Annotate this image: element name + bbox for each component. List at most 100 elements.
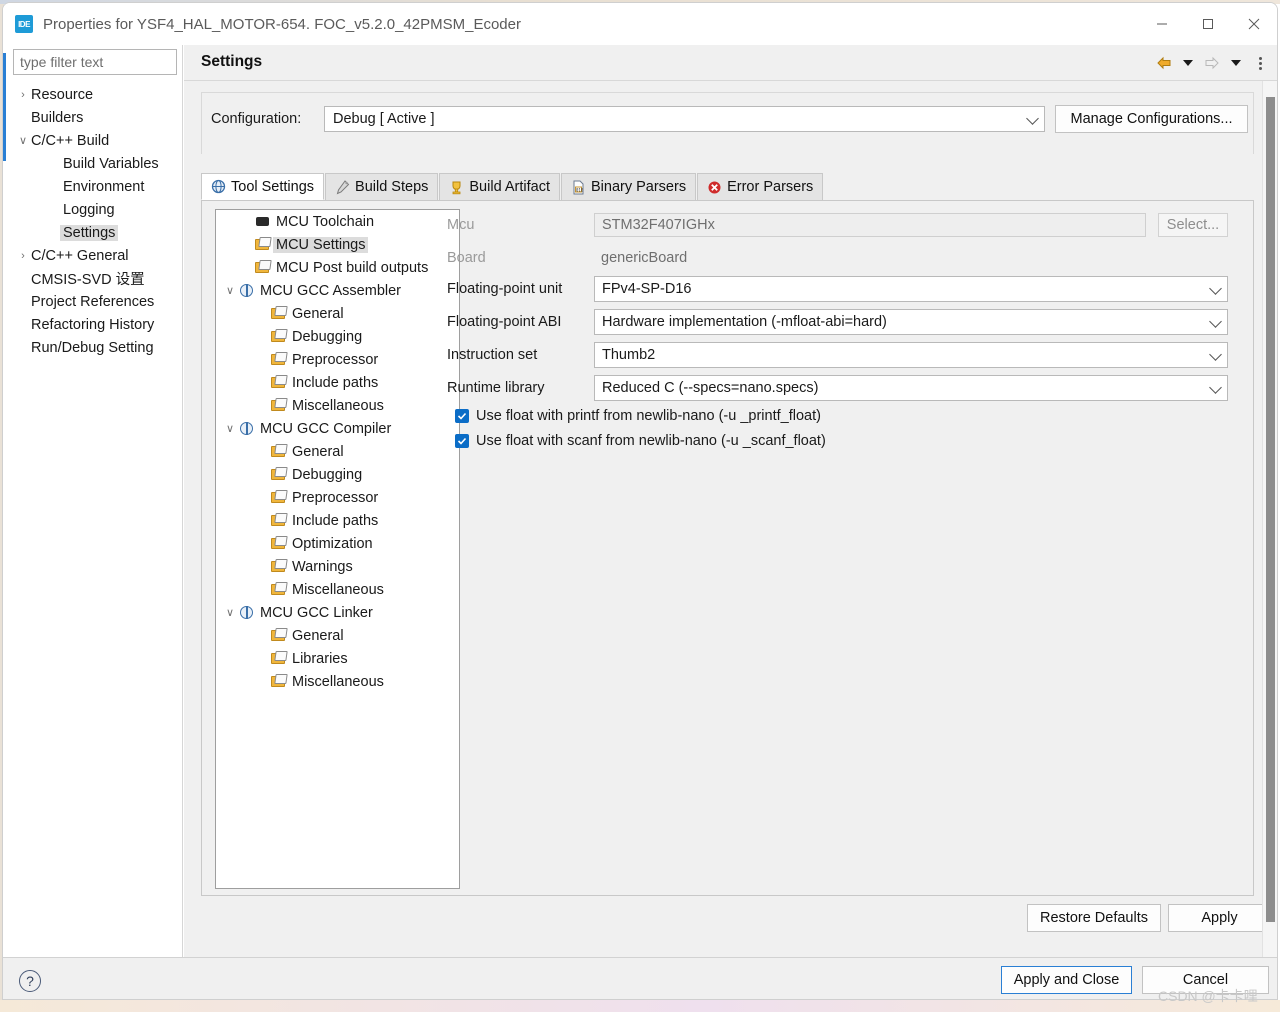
sidebar-item[interactable]: Run/Debug Setting bbox=[7, 336, 183, 359]
sidebar-item-label: Builders bbox=[31, 109, 84, 126]
minimize-icon[interactable] bbox=[1139, 3, 1185, 45]
tool-tree-item-label: General bbox=[292, 443, 344, 460]
tool-tree-item-label: Warnings bbox=[292, 558, 353, 575]
fpabi-select[interactable]: Hardware implementation (-mfloat-abi=har… bbox=[594, 309, 1228, 335]
sidebar-item[interactable]: Builders bbox=[7, 106, 183, 129]
sidebar-item-label: Environment bbox=[63, 178, 145, 195]
tool-tree-item[interactable]: MCU Settings bbox=[216, 233, 459, 256]
properties-dialog: IDE Properties for YSF4_HAL_MOTOR-654. F… bbox=[2, 2, 1278, 1000]
tool-tree-item-label: Miscellaneous bbox=[292, 581, 384, 598]
maximize-icon[interactable] bbox=[1185, 3, 1231, 45]
tab-error-parsers[interactable]: Error Parsers bbox=[697, 173, 824, 200]
tool-tree-item[interactable]: ∨ MCU GCC Compiler bbox=[216, 417, 459, 440]
tab-binary-parsers[interactable]: 010 Binary Parsers bbox=[560, 173, 697, 200]
tool-settings-panel: MCU Toolchain MCU Settings MCU Post build … bbox=[201, 201, 1254, 896]
tool-tree-item[interactable]: Miscellaneous bbox=[216, 670, 459, 693]
tool-tree-item[interactable]: Miscellaneous bbox=[216, 578, 459, 601]
configuration-label: Configuration: bbox=[211, 111, 302, 127]
tool-tree-item[interactable]: Miscellaneous bbox=[216, 394, 459, 417]
sidebar-item[interactable]: Environment bbox=[7, 175, 183, 198]
window-title: Properties for YSF4_HAL_MOTOR-654. FOC_v… bbox=[43, 15, 521, 33]
forward-dropdown-icon[interactable] bbox=[1225, 52, 1247, 74]
tool-tree-item[interactable]: Include paths bbox=[216, 371, 459, 394]
content-vscrollbar-thumb[interactable] bbox=[1266, 97, 1275, 922]
tab-build-steps[interactable]: Build Steps bbox=[325, 173, 439, 200]
back-dropdown-icon[interactable] bbox=[1177, 52, 1199, 74]
tool-tree-item[interactable]: General bbox=[216, 302, 459, 325]
tool-tree-item-label: MCU Toolchain bbox=[276, 213, 375, 230]
tab-build-artifact[interactable]: Build Artifact bbox=[439, 173, 560, 200]
sidebar-item[interactable]: Logging bbox=[7, 198, 183, 221]
sidebar-item-label: Settings bbox=[60, 224, 119, 241]
chevron-right-icon[interactable]: › bbox=[15, 89, 31, 101]
apply-button[interactable]: Apply bbox=[1168, 904, 1271, 932]
printf-float-checkbox-row[interactable]: Use float with printf from newlib-nano (… bbox=[455, 408, 821, 424]
sidebar-item[interactable]: Settings bbox=[7, 221, 183, 244]
chevron-down-icon[interactable]: ∨ bbox=[222, 422, 238, 435]
filter-input[interactable]: type filter text bbox=[13, 49, 177, 75]
window-controls bbox=[1139, 3, 1277, 45]
tab-label: Error Parsers bbox=[727, 179, 814, 195]
vertical-dots-icon[interactable] bbox=[1249, 52, 1271, 74]
screen: IDE Properties for YSF4_HAL_MOTOR-654. F… bbox=[0, 0, 1280, 1012]
chevron-down-icon[interactable]: ∨ bbox=[222, 606, 238, 619]
error-icon bbox=[707, 180, 722, 195]
tool-tree-item[interactable]: Debugging bbox=[216, 325, 459, 348]
checkbox-icon[interactable] bbox=[455, 434, 469, 448]
close-icon[interactable] bbox=[1231, 3, 1277, 45]
help-icon[interactable]: ? bbox=[19, 970, 41, 992]
tool-tree-item[interactable]: Preprocessor bbox=[216, 348, 459, 371]
tool-tree-item[interactable]: MCU Post build outputs bbox=[216, 256, 459, 279]
tab-tool-settings[interactable]: Tool Settings bbox=[201, 173, 325, 200]
back-arrow-icon[interactable] bbox=[1153, 52, 1175, 74]
forward-arrow-icon[interactable] bbox=[1201, 52, 1223, 74]
sidebar-item[interactable]: ∨ C/C++ Build bbox=[7, 129, 183, 152]
manage-configurations-button[interactable]: Manage Configurations... bbox=[1055, 105, 1248, 133]
tool-tree-item[interactable]: ∨ MCU GCC Linker bbox=[216, 601, 459, 624]
watermark: CSDN @卡卡哩 bbox=[1158, 988, 1258, 1004]
title-bar[interactable]: IDE Properties for YSF4_HAL_MOTOR-654. F… bbox=[3, 3, 1277, 45]
sidebar-item-label: Run/Debug Setting bbox=[31, 339, 154, 356]
restore-defaults-button[interactable]: Restore Defaults bbox=[1027, 904, 1161, 932]
runtime-library-label: Runtime library bbox=[447, 380, 545, 396]
sidebar-item[interactable]: Refactoring History bbox=[7, 313, 183, 336]
tool-tree-item[interactable]: Preprocessor bbox=[216, 486, 459, 509]
tool-tree-item[interactable]: General bbox=[216, 440, 459, 463]
chevron-down-icon[interactable]: ∨ bbox=[222, 284, 238, 297]
tab-label: Tool Settings bbox=[231, 178, 315, 195]
tool-tree-item-label: Preprocessor bbox=[292, 489, 379, 506]
chip-icon bbox=[254, 214, 271, 229]
sidebar-item[interactable]: Project References bbox=[7, 290, 183, 313]
tool-tree-item[interactable]: General bbox=[216, 624, 459, 647]
instruction-set-select[interactable]: Thumb2 bbox=[594, 342, 1228, 368]
instruction-set-label: Instruction set bbox=[447, 347, 538, 363]
checkbox-icon[interactable] bbox=[455, 409, 469, 423]
sidebar-item[interactable]: › Resource bbox=[7, 83, 183, 106]
globe-icon bbox=[238, 283, 255, 298]
sidebar-item-label: Build Variables bbox=[63, 155, 159, 172]
sidebar-item[interactable]: Build Variables bbox=[7, 152, 183, 175]
tool-tree-item[interactable]: Optimization bbox=[216, 532, 459, 555]
tool-tree-item[interactable]: Libraries bbox=[216, 647, 459, 670]
tool-tree-item-label: MCU Post build outputs bbox=[276, 259, 429, 276]
sidebar-item-label: Refactoring History bbox=[31, 316, 155, 333]
tool-tree-item[interactable]: ∨ MCU GCC Assembler bbox=[216, 279, 459, 302]
configuration-value: Debug [ Active ] bbox=[333, 111, 435, 127]
folder-icon bbox=[270, 444, 287, 459]
scanf-float-checkbox-row[interactable]: Use float with scanf from newlib-nano (-… bbox=[455, 433, 826, 449]
tool-tree-item-label: Miscellaneous bbox=[292, 397, 384, 414]
sidebar-item[interactable]: › C/C++ General bbox=[7, 244, 183, 267]
configuration-select[interactable]: Debug [ Active ] bbox=[324, 106, 1045, 132]
chevron-down-icon[interactable]: ∨ bbox=[15, 134, 31, 147]
tool-tree-item[interactable]: Warnings bbox=[216, 555, 459, 578]
desktop-backdrop-bottom bbox=[0, 1000, 1280, 1012]
chevron-right-icon[interactable]: › bbox=[15, 250, 31, 262]
runtime-library-select[interactable]: Reduced C (--specs=nano.specs) bbox=[594, 375, 1228, 401]
tool-tree-item[interactable]: Debugging bbox=[216, 463, 459, 486]
sidebar-item[interactable]: CMSIS-SVD 设置 bbox=[7, 267, 183, 290]
apply-and-close-button[interactable]: Apply and Close bbox=[1001, 966, 1132, 994]
tool-tree-item[interactable]: MCU Toolchain bbox=[216, 210, 459, 233]
tool-tree-item[interactable]: Include paths bbox=[216, 509, 459, 532]
mcu-select-button[interactable]: Select... bbox=[1158, 213, 1228, 237]
fpu-select[interactable]: FPv4-SP-D16 bbox=[594, 276, 1228, 302]
